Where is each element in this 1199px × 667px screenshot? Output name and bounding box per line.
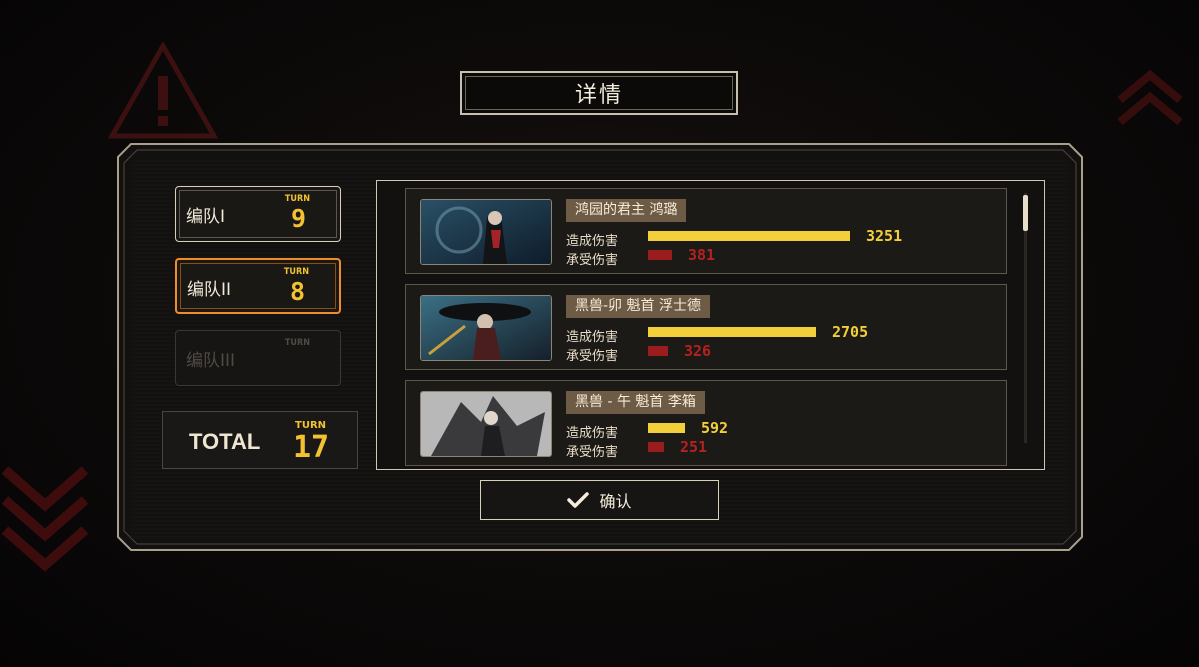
character-name: 鸿园的君主 鸿璐 xyxy=(566,199,687,222)
damage-taken-value: 381 xyxy=(688,246,716,264)
scrollbar-thumb[interactable] xyxy=(1023,195,1028,231)
team-3-button: 编队III TURN xyxy=(175,330,341,386)
total-label: TOTAL xyxy=(189,429,261,454)
damage-taken-value: 326 xyxy=(684,342,712,360)
turn-label: TURN xyxy=(284,338,310,348)
character-portrait xyxy=(420,199,552,265)
damage-taken-label: 承受伤害 xyxy=(566,253,619,268)
warning-icon xyxy=(108,42,218,139)
character-card: 鸿园的君主 鸿璐 造成伤害 承受伤害 3251 381 xyxy=(405,188,1007,274)
character-name: 黑兽-卯 魁首 浮士德 xyxy=(566,295,710,318)
character-card: 黑兽 - 午 魁首 李箱 造成伤害 承受伤害 592 251 xyxy=(405,380,1007,466)
total-turn-count: 17 xyxy=(293,430,330,465)
damage-dealt-bar xyxy=(648,231,850,241)
damage-dealt-label: 造成伤害 xyxy=(566,234,619,249)
character-portrait xyxy=(420,295,552,361)
character-card: 黑兽-卯 魁首 浮士德 造成伤害 承受伤害 2705 326 xyxy=(405,284,1007,370)
damage-taken-bar xyxy=(648,346,668,356)
damage-dealt-bar xyxy=(648,423,685,433)
turn-count: 9 xyxy=(290,204,306,233)
dialog-title: 详情 xyxy=(460,71,738,115)
character-name: 黑兽 - 午 魁首 李箱 xyxy=(566,391,705,414)
damage-dealt-bar xyxy=(648,327,816,337)
character-portrait xyxy=(420,391,552,457)
damage-taken-label: 承受伤害 xyxy=(566,445,619,460)
chevron-decoration-icon xyxy=(1,466,89,572)
turn-label: TURN xyxy=(283,267,309,277)
damage-dealt-value: 2705 xyxy=(832,323,869,341)
damage-dealt-label: 造成伤害 xyxy=(566,330,619,345)
damage-taken-bar xyxy=(648,442,664,452)
damage-taken-bar xyxy=(648,250,672,260)
damage-dealt-value: 592 xyxy=(701,419,729,437)
team-name: 编队I xyxy=(186,207,226,227)
character-list[interactable]: 鸿园的君主 鸿璐 造成伤害 承受伤害 3251 381 黑兽-卯 魁首 浮士德 … xyxy=(376,180,1045,470)
turn-count: 8 xyxy=(289,277,305,306)
damage-taken-label: 承受伤害 xyxy=(566,349,619,364)
team-1-button[interactable]: 编队I TURN 9 xyxy=(175,186,341,242)
confirm-button[interactable]: 确认 xyxy=(480,480,719,520)
confirm-label: 确认 xyxy=(599,492,632,511)
team-name: 编队II xyxy=(187,280,232,300)
damage-dealt-label: 造成伤害 xyxy=(566,426,619,441)
damage-dealt-value: 3251 xyxy=(866,227,903,245)
check-icon xyxy=(567,492,590,508)
turn-label: TURN xyxy=(284,194,310,204)
total-turns: TOTAL TURN 17 xyxy=(162,411,358,469)
team-name: 编队III xyxy=(186,351,236,371)
damage-taken-value: 251 xyxy=(680,438,708,456)
corner-decoration-icon xyxy=(1117,69,1183,126)
team-2-button[interactable]: 编队II TURN 8 xyxy=(175,258,341,314)
